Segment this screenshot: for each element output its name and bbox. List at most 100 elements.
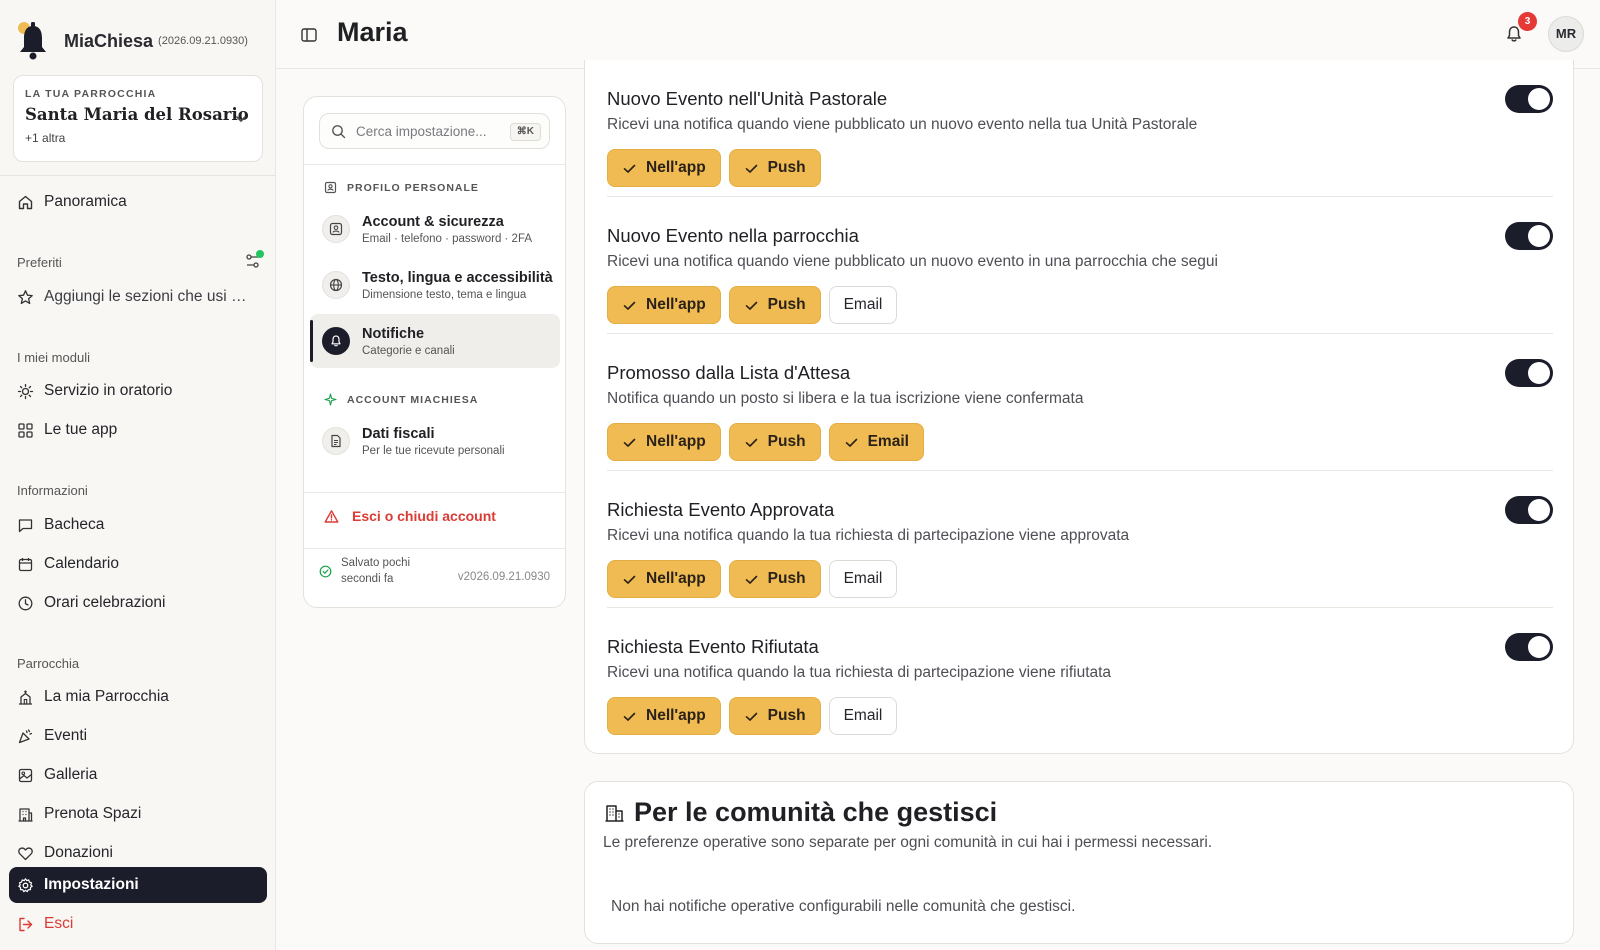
- nav-my-parish[interactable]: La mia Parrocchia: [9, 679, 267, 715]
- nav-overview-label: Panoramica: [44, 193, 127, 210]
- notification-title: Promosso dalla Lista d'Attesa: [607, 362, 851, 383]
- nav-events[interactable]: Eventi: [9, 718, 267, 754]
- brand[interactable]: MiaChiesa (2026.09.21.0930): [16, 20, 248, 62]
- settings-account-security[interactable]: Account & sicurezza Email · telefono · p…: [310, 202, 560, 256]
- channel-email-chip[interactable]: Email: [828, 697, 898, 735]
- clock-icon: [18, 596, 33, 610]
- nav-add-favorites-label: Aggiungi le sezioni che usi più spesso: [44, 288, 254, 305]
- home-icon: [18, 195, 33, 209]
- settings-search-input[interactable]: [356, 123, 506, 139]
- message-icon: [18, 518, 33, 532]
- check-icon: [845, 438, 857, 447]
- check-icon: [745, 712, 757, 721]
- settings-nav-divider: [304, 548, 565, 549]
- settings-fiscal-title: Dati fiscali: [362, 425, 435, 442]
- channel-email-label: Email: [843, 296, 883, 313]
- nav-board[interactable]: Bacheca: [9, 507, 267, 543]
- notification-row: Richiesta Evento Approvata Ricevi una no…: [607, 471, 1553, 608]
- channel-push-label: Push: [767, 707, 806, 724]
- nav-your-apps-label: Le tue app: [44, 421, 118, 438]
- channel-inapp-label: Nell'app: [646, 570, 706, 587]
- calendar-icon: [18, 557, 33, 571]
- channel-inapp-label: Nell'app: [646, 707, 706, 724]
- logout-close-account-button[interactable]: Esci o chiudi account: [324, 508, 496, 524]
- personal-profile-section: PROFILO PERSONALE: [324, 181, 479, 194]
- nav-logout-label: Esci: [44, 915, 74, 932]
- settings-search[interactable]: ⌘K: [319, 113, 550, 149]
- nav-overview[interactable]: Panoramica: [9, 184, 267, 220]
- nav-celebrations[interactable]: Orari celebrazioni: [9, 585, 267, 621]
- channel-push-chip[interactable]: Push: [728, 423, 821, 461]
- notification-title: Nuovo Evento nella parrocchia: [607, 225, 859, 246]
- notification-toggle[interactable]: [1505, 359, 1553, 387]
- app-version-footer: v2026.09.21.0930: [457, 571, 550, 583]
- nav-celebrations-label: Orari celebrazioni: [44, 594, 166, 611]
- personal-profile-label: PROFILO PERSONALE: [347, 181, 479, 194]
- channel-email-label: Email: [867, 433, 909, 450]
- parish-selector[interactable]: LA TUA PARROCCHIA Santa Maria del Rosari…: [13, 75, 263, 162]
- nav-donations[interactable]: Donazioni: [9, 835, 267, 871]
- notification-toggle[interactable]: [1505, 85, 1553, 113]
- bell-logo-icon: [18, 22, 46, 60]
- check-circle-icon: [319, 565, 332, 577]
- search-shortcut: ⌘K: [509, 123, 541, 141]
- document-icon: [322, 427, 350, 455]
- channel-email-label: Email: [843, 707, 883, 724]
- nav-your-apps[interactable]: Le tue app: [9, 412, 267, 448]
- channel-inapp-label: Nell'app: [646, 296, 706, 313]
- channel-push-chip[interactable]: Push: [728, 286, 821, 324]
- channel-push-label: Push: [767, 433, 806, 450]
- settings-notifications[interactable]: Notifiche Categorie e canali: [310, 314, 560, 368]
- nav-book-spaces-label: Prenota Spazi: [44, 805, 142, 822]
- nav-settings[interactable]: Impostazioni: [9, 867, 267, 903]
- settings-notifications-sub: Categorie e canali: [362, 344, 455, 357]
- nav-add-favorites[interactable]: Aggiungi le sezioni che usi più spesso: [9, 279, 267, 315]
- nav-gallery[interactable]: Galleria: [9, 757, 267, 793]
- check-icon: [623, 164, 636, 173]
- channel-inapp-chip[interactable]: Nell'app: [607, 697, 721, 735]
- notification-toggle[interactable]: [1505, 222, 1553, 250]
- nav-oratory-service[interactable]: Servizio in oratorio: [9, 373, 267, 409]
- channel-email-chip[interactable]: Email: [828, 423, 924, 461]
- page-title: Maria: [337, 17, 408, 47]
- channel-inapp-chip[interactable]: Nell'app: [607, 423, 721, 461]
- nav-board-label: Bacheca: [44, 516, 105, 533]
- status-dot: [256, 250, 264, 258]
- notification-title: Richiesta Evento Approvata: [607, 499, 835, 520]
- sidebar-toggle-icon[interactable]: [300, 26, 318, 44]
- settings-text-language[interactable]: Testo, lingua e accessibilità Dimensione…: [310, 258, 560, 312]
- channel-inapp-chip[interactable]: Nell'app: [607, 149, 721, 187]
- user-avatar[interactable]: MR: [1548, 16, 1584, 52]
- channel-email-chip[interactable]: Email: [828, 560, 898, 598]
- heart-icon: [18, 846, 33, 860]
- channel-push-label: Push: [767, 159, 806, 176]
- sun-icon: [17, 383, 34, 399]
- nav-calendar[interactable]: Calendario: [9, 546, 267, 582]
- channel-email-chip[interactable]: Email: [828, 286, 898, 324]
- channel-inapp-chip[interactable]: Nell'app: [607, 560, 721, 598]
- notification-toggle[interactable]: [1505, 633, 1553, 661]
- channel-inapp-label: Nell'app: [646, 159, 706, 176]
- notification-description: Notifica quando un posto si libera e la …: [607, 390, 1084, 407]
- nav-book-spaces[interactable]: Prenota Spazi: [9, 796, 267, 832]
- channel-push-chip[interactable]: Push: [728, 697, 821, 735]
- community-title: Per le comunità che gestisci: [634, 797, 998, 827]
- settings-text-sub: Dimensione testo, tema e lingua: [362, 288, 527, 301]
- channel-push-label: Push: [767, 570, 806, 587]
- nav-logout[interactable]: Esci: [9, 906, 267, 942]
- logout-icon: [19, 917, 33, 931]
- channel-inapp-chip[interactable]: Nell'app: [607, 286, 721, 324]
- notification-description: Ricevi una notifica quando viene pubblic…: [607, 116, 1198, 133]
- account-icon: [322, 215, 350, 243]
- grid-icon: [18, 422, 33, 438]
- notification-toggle[interactable]: [1505, 496, 1553, 524]
- id-card-icon: [324, 181, 337, 194]
- settings-nav-divider: [304, 164, 565, 165]
- nav-calendar-label: Calendario: [44, 555, 119, 572]
- settings-nav: ⌘K PROFILO PERSONALE Account & sicurezza…: [303, 96, 566, 608]
- channel-push-chip[interactable]: Push: [728, 560, 821, 598]
- settings-fiscal-data[interactable]: Dati fiscali Per le tue ricevute persona…: [310, 414, 560, 468]
- channel-push-label: Push: [767, 296, 806, 313]
- channel-push-chip[interactable]: Push: [728, 149, 821, 187]
- check-icon: [745, 438, 757, 447]
